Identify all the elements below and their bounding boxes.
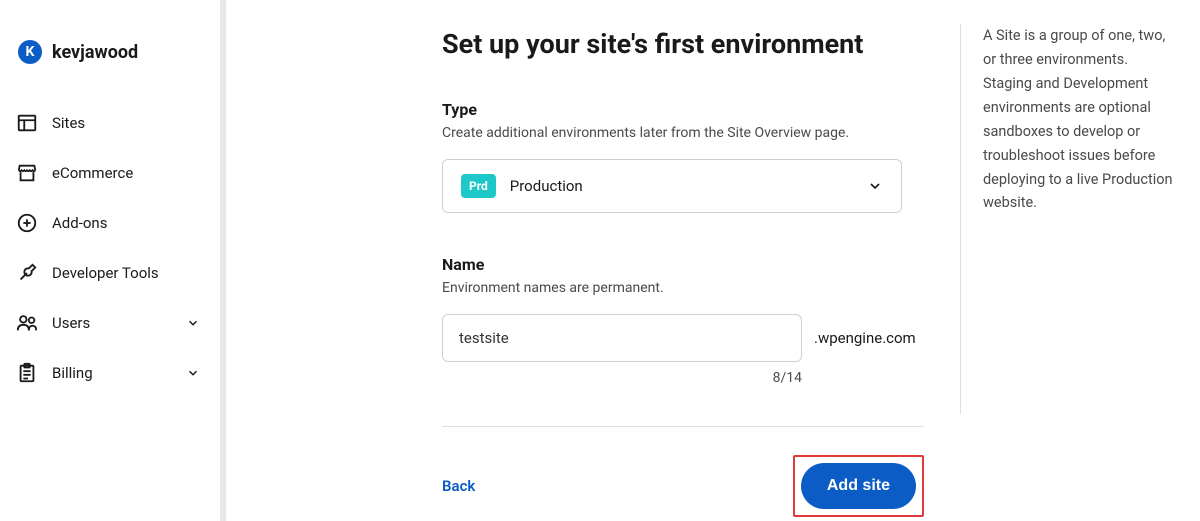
plus-circle-icon <box>16 212 38 234</box>
users-icon <box>16 312 38 334</box>
environment-type-select[interactable]: Prd Production <box>442 159 902 213</box>
domain-suffix: .wpengine.com <box>814 329 916 347</box>
chevron-down-icon <box>186 366 200 380</box>
sidebar-item-label: Add-ons <box>52 214 200 232</box>
sidebar-item-label: Sites <box>52 114 200 132</box>
page-title: Set up your site's first environment <box>442 28 924 60</box>
brand-logo: K <box>18 40 42 64</box>
footer-rule <box>442 426 924 427</box>
name-label: Name <box>442 255 924 274</box>
sidebar: K kevjawood Sites eCommerce Add-ons <box>0 0 220 521</box>
sidebar-item-label: Billing <box>52 364 172 382</box>
name-section: Name Environment names are permanent. .w… <box>442 255 924 386</box>
type-label: Type <box>442 100 924 119</box>
info-panel: A Site is a group of one, two, or three … <box>960 24 1180 414</box>
grid-icon <box>16 112 38 134</box>
sidebar-item-users[interactable]: Users <box>16 312 220 334</box>
add-site-highlight: Add site <box>793 455 924 517</box>
sidebar-item-billing[interactable]: Billing <box>16 362 220 384</box>
char-counter: 8/14 <box>442 370 802 386</box>
type-hint: Create additional environments later fro… <box>442 125 924 141</box>
sidebar-item-devtools[interactable]: Developer Tools <box>16 262 220 284</box>
wrench-icon <box>16 262 38 284</box>
footer-actions: Back Add site <box>442 455 924 517</box>
chevron-down-icon <box>186 316 200 330</box>
sidebar-item-label: eCommerce <box>52 164 200 182</box>
sidebar-item-sites[interactable]: Sites <box>16 112 220 134</box>
environment-name-input[interactable] <box>442 314 802 362</box>
type-section: Type Create additional environments late… <box>442 100 924 213</box>
env-select-value: Production <box>510 177 853 195</box>
main: Set up your site's first environment Typ… <box>226 0 1200 521</box>
chevron-down-icon <box>867 178 883 194</box>
sidebar-item-addons[interactable]: Add-ons <box>16 212 220 234</box>
brand-logo-letter: K <box>26 44 35 60</box>
sidebar-item-label: Users <box>52 314 172 332</box>
sidebar-item-ecommerce[interactable]: eCommerce <box>16 162 220 184</box>
brand: K kevjawood <box>16 40 220 64</box>
content: Set up your site's first environment Typ… <box>226 24 960 501</box>
brand-name: kevjawood <box>52 42 138 63</box>
nav-list: Sites eCommerce Add-ons Developer Tools … <box>16 112 220 384</box>
env-badge: Prd <box>461 174 496 198</box>
info-text: A Site is a group of one, two, or three … <box>983 24 1174 215</box>
sidebar-item-label: Developer Tools <box>52 264 200 282</box>
storefront-icon <box>16 162 38 184</box>
clipboard-icon <box>16 362 38 384</box>
name-input-row: .wpengine.com <box>442 314 924 362</box>
add-site-button[interactable]: Add site <box>801 463 916 509</box>
name-hint: Environment names are permanent. <box>442 280 924 296</box>
back-button[interactable]: Back <box>442 477 475 495</box>
